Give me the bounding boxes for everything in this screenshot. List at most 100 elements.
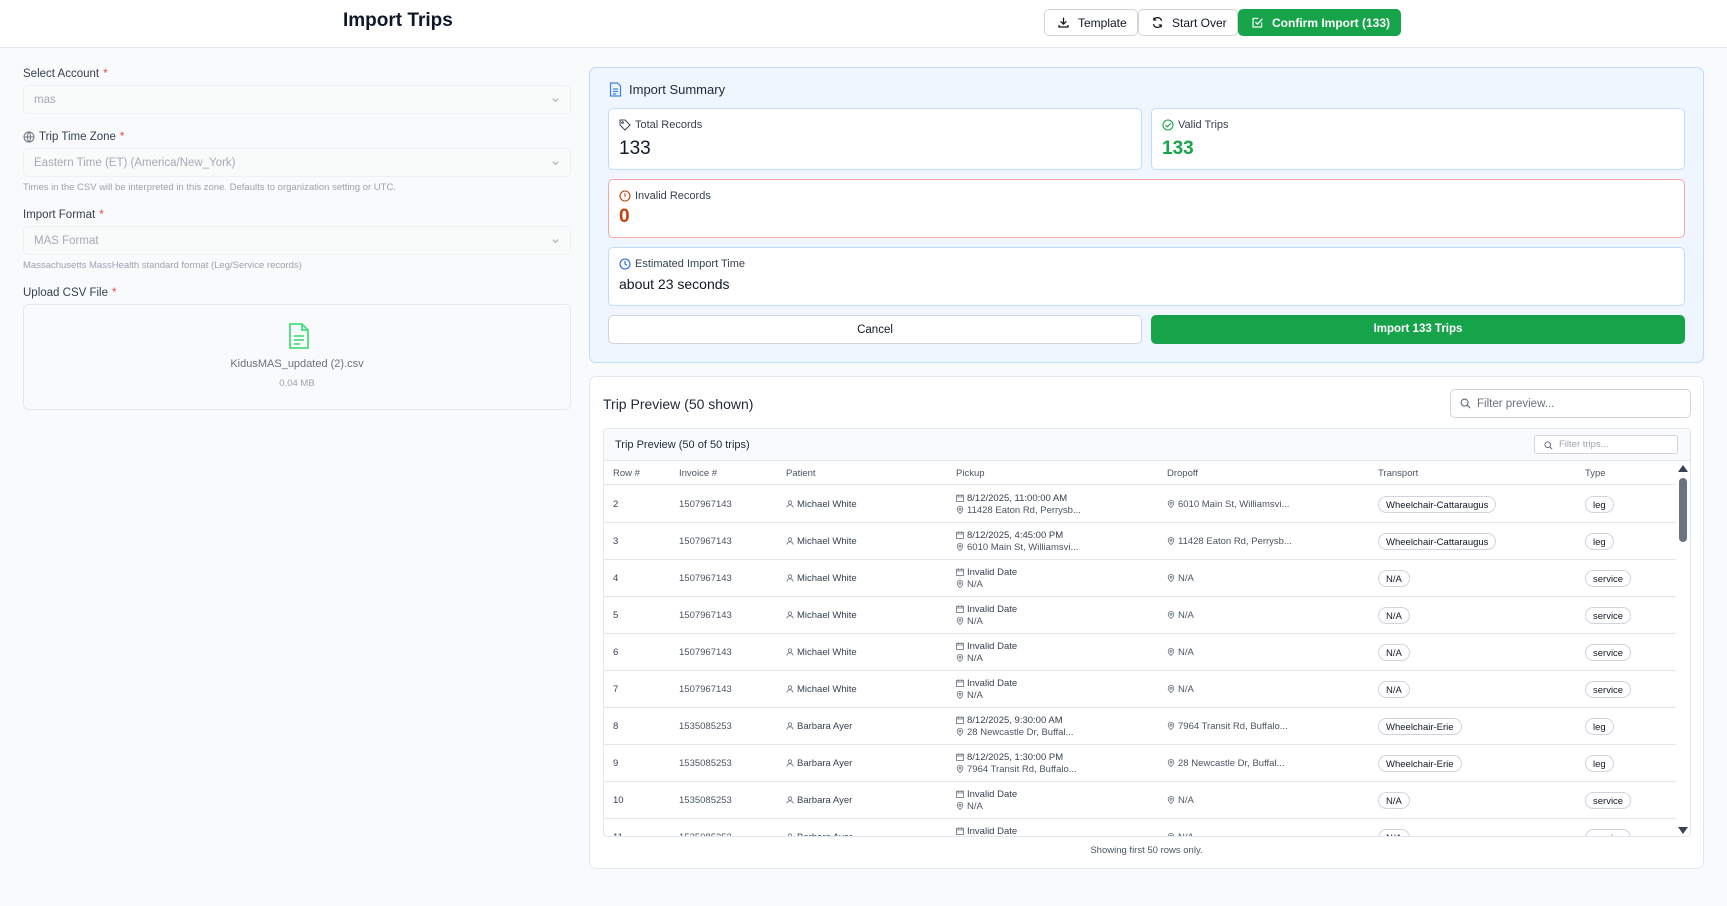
format-select[interactable]: MAS Format [23,226,571,255]
upload-label: Upload CSV File * [23,287,117,299]
dropoff-address: N/A [1178,832,1194,836]
pickup-time: 8/12/2025, 4:45:00 PM [967,530,1064,541]
scroll-down-arrow[interactable] [1678,827,1688,834]
scroll-thumb[interactable] [1679,478,1687,542]
dropoff-address: N/A [1178,610,1194,621]
map-pin-icon [956,728,964,736]
table-row[interactable]: 4 1507967143 Michael White Invalid Date N/A N… [604,560,1678,597]
import-trips-button[interactable]: Import 133 Trips [1151,315,1685,344]
type-badge: leg [1585,755,1614,772]
pickup-time-cell: Invalid Date [956,789,1017,800]
table-row[interactable]: 11 1535085253 Barbara Ayer Invalid Date N/A N… [604,819,1678,836]
calendar-icon [956,494,964,502]
invoice-number: 1535085253 [679,795,732,806]
invoice-number: 1507967143 [679,536,732,547]
total-records-value: 133 [619,138,651,159]
scroll-up-arrow[interactable] [1678,465,1688,472]
pickup-address: 28 Newcastle Dr, Buffal... [967,727,1074,738]
type-badge: service [1585,570,1632,587]
table-row[interactable]: 6 1507967143 Michael White Invalid Date N/A N… [604,634,1678,671]
chevron-down-icon [552,239,559,244]
start-over-button[interactable]: Start Over [1138,9,1238,36]
table-scrollbar[interactable] [1676,461,1690,836]
trip-table-header-bar: Trip Preview (50 of 50 trips) Filter tri… [604,429,1690,461]
total-records-card: Total Records 133 [608,108,1142,170]
confirm-import-button-label: Confirm Import (133) [1272,15,1391,30]
table-row[interactable]: 8 1535085253 Barbara Ayer 8/12/2025, 9:30:0… [604,708,1678,745]
pickup-time: Invalid Date [967,641,1018,652]
upload-dropzone[interactable]: KidusMAS_updated (2).csv 0.04 MB [23,304,571,410]
user-icon [786,611,794,619]
type-badge: service [1585,607,1632,624]
dropoff-address: 6010 Main St, Williamsvi... [1178,499,1290,510]
confirm-import-button[interactable]: Confirm Import (133) [1238,9,1402,36]
dropoff-address: 28 Newcastle Dr, Buffal... [1178,758,1285,769]
format-select-value: MAS Format [34,235,99,247]
col-row: Row # [613,468,640,479]
estimated-time-card: Estimated Import Time about 23 seconds [608,247,1685,306]
confirm-check-icon [1252,17,1263,28]
user-icon [786,648,794,656]
table-row[interactable]: 7 1507967143 Michael White Invalid Date N/A N… [604,671,1678,708]
user-icon [786,537,794,545]
pickup-address-cell: N/A [956,653,983,664]
dropoff-address: N/A [1178,647,1194,658]
type-badge: leg [1585,718,1614,735]
invoice-number: 1507967143 [679,573,732,584]
transport-badge: Wheelchair-Erie [1378,755,1462,772]
user-icon [786,796,794,804]
pickup-time-cell: 8/12/2025, 1:30:00 PM [956,752,1063,763]
map-pin-icon [956,691,964,699]
timezone-select[interactable]: Eastern Time (ET) (America/New_York) [23,148,571,177]
trip-table-title: Trip Preview (50 of 50 trips) [615,439,750,451]
pickup-address-cell: N/A [956,690,983,701]
invoice-number: 1535085253 [679,832,732,836]
table-row[interactable]: 9 1535085253 Barbara Ayer 8/12/2025, 1:30:0… [604,745,1678,782]
pickup-time-cell: 8/12/2025, 4:45:00 PM [956,530,1063,541]
row-number: 8 [613,721,619,732]
dropoff-cell: N/A [1167,684,1194,695]
start-over-button-label: Start Over [1172,15,1227,30]
patient-name: Michael White [797,647,857,658]
trip-preview-panel: Trip Preview (50 shown) Filter preview..… [589,376,1704,869]
table-row[interactable]: 5 1507967143 Michael White Invalid Date N/A N… [604,597,1678,634]
account-select[interactable]: mas [23,85,571,114]
trip-filter-input[interactable]: Filter trips... [1534,435,1678,454]
calendar-icon [956,716,964,724]
transport-badge: N/A [1378,829,1410,836]
table-row[interactable]: 3 1507967143 Michael White 8/12/2025, 4:45:… [604,523,1678,560]
trip-table-container: Trip Preview (50 of 50 trips) Filter tri… [603,428,1691,837]
dropoff-address: 7964 Transit Rd, Buffalo... [1178,721,1288,732]
patient-cell: Barbara Ayer [786,832,852,836]
pickup-time: Invalid Date [967,604,1018,615]
row-number: 6 [613,647,619,658]
dropoff-cell: 28 Newcastle Dr, Buffal... [1167,758,1285,769]
row-number: 5 [613,610,619,621]
chevron-down-icon [552,98,559,103]
pickup-time-cell: Invalid Date [956,641,1017,652]
file-size: 0.04 MB [279,378,315,389]
invalid-records-card: Invalid Records 0 [608,179,1685,238]
file-name: KidusMAS_updated (2).csv [230,358,364,370]
preview-filter-input[interactable]: Filter preview... [1450,389,1691,418]
check-circle-icon [1162,119,1174,131]
transport-badge: N/A [1378,792,1410,809]
patient-cell: Michael White [786,647,857,658]
table-row[interactable]: 10 1535085253 Barbara Ayer Invalid Date N/A N… [604,782,1678,819]
preview-footnote: Showing first 50 rows only. [1090,845,1203,856]
map-pin-icon [956,765,964,773]
map-pin-icon [1167,500,1175,508]
pickup-time-cell: 8/12/2025, 9:30:00 AM [956,715,1063,726]
dropoff-cell: N/A [1167,832,1194,836]
pickup-time-cell: Invalid Date [956,567,1017,578]
calendar-icon [956,531,964,539]
invoice-number: 1507967143 [679,647,732,658]
type-badge: service [1585,792,1632,809]
cancel-button[interactable]: Cancel [608,315,1142,344]
patient-cell: Barbara Ayer [786,795,852,806]
template-button[interactable]: Template [1044,9,1138,36]
user-icon [786,722,794,730]
dropoff-address: N/A [1178,795,1194,806]
pickup-address: 7964 Transit Rd, Buffalo... [967,764,1077,775]
table-row[interactable]: 2 1507967143 Michael White 8/12/2025, 11:00… [604,486,1678,523]
